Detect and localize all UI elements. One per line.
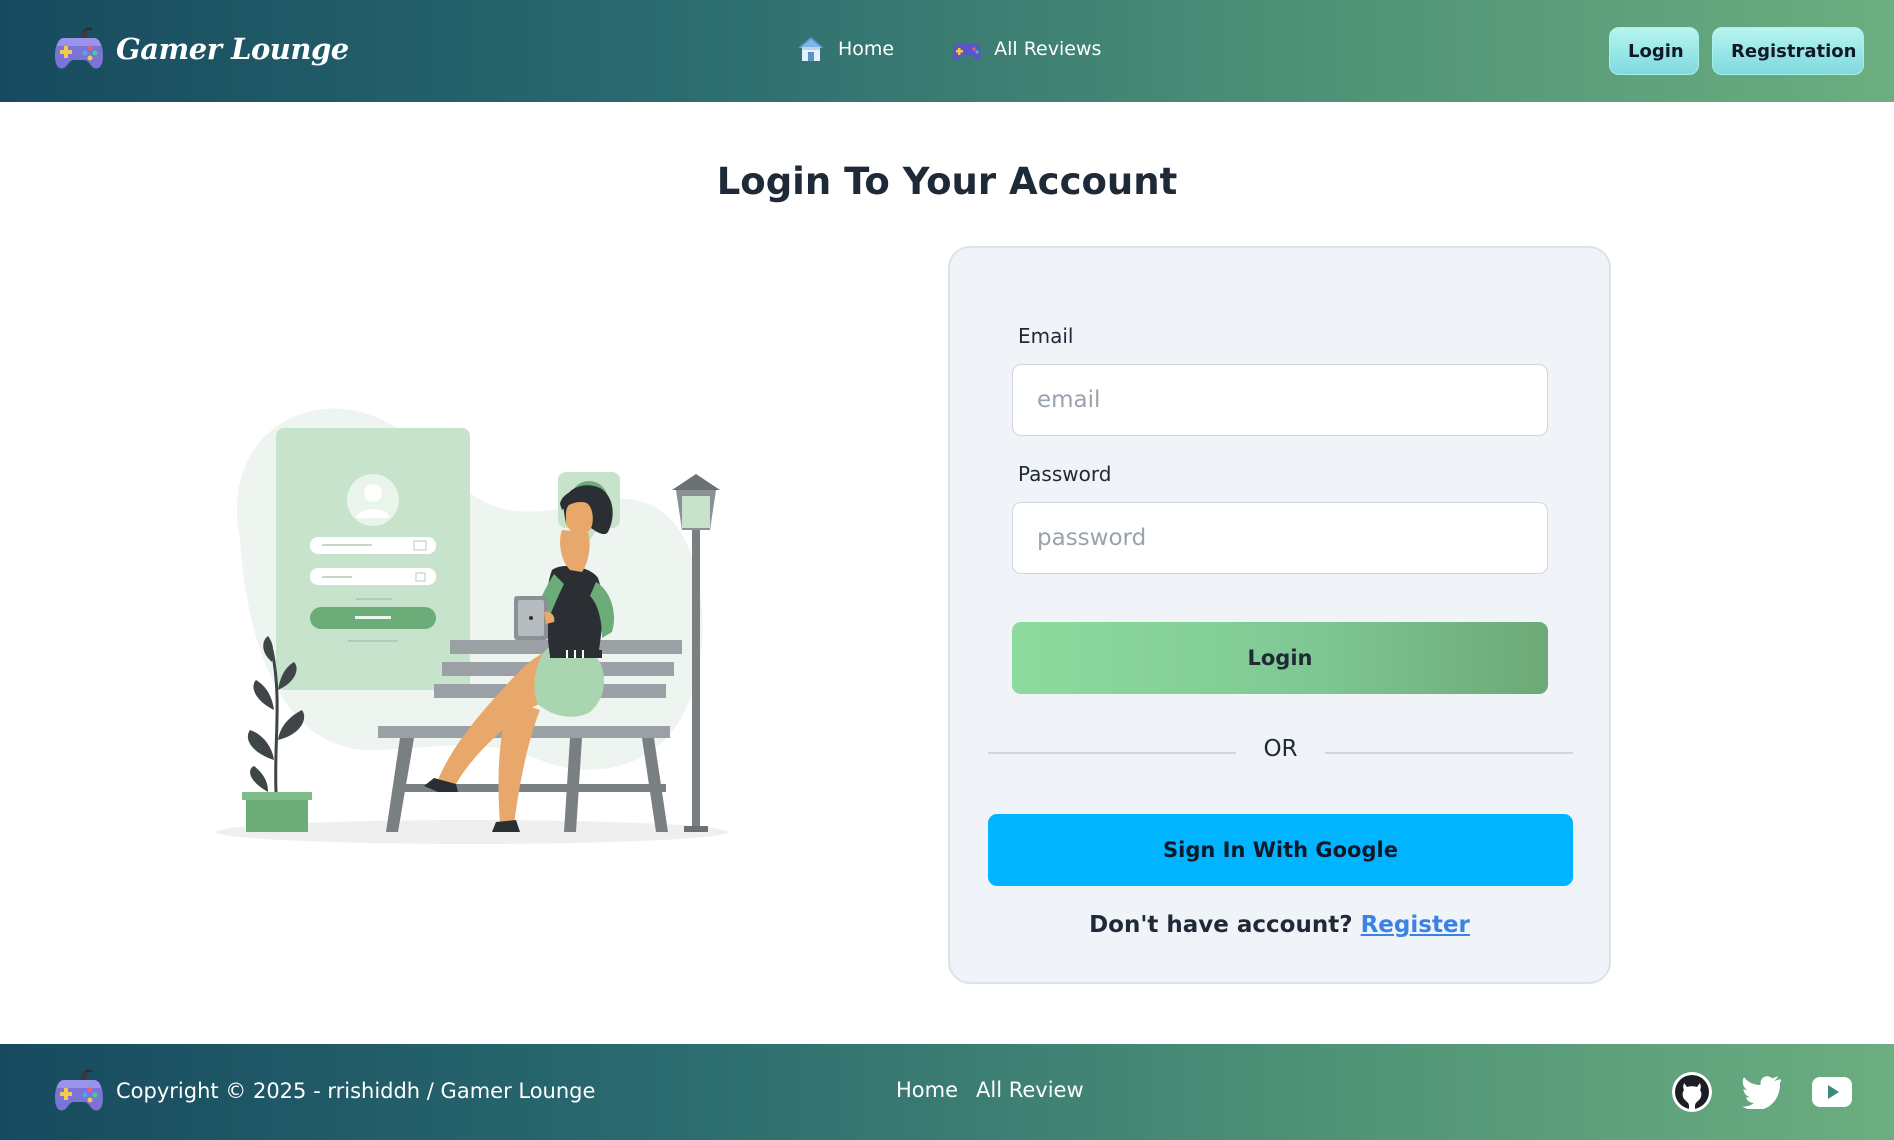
password-input[interactable]: [1012, 502, 1548, 574]
signup-prompt: Don't have account? Register: [950, 912, 1609, 938]
google-sign-in-button[interactable]: Sign In With Google: [988, 814, 1573, 886]
youtube-link[interactable]: [1810, 1070, 1854, 1114]
site-footer: Copyright © 2025 - rrishiddh / Gamer Lou…: [0, 1044, 1894, 1140]
login-card: Email Password Login OR Sign In With Goo…: [948, 246, 1611, 984]
login-illustration: [216, 408, 728, 844]
twitter-icon: [1742, 1076, 1781, 1109]
nav-item-home[interactable]: Home: [796, 34, 894, 64]
nav-item-all-reviews[interactable]: All Reviews: [952, 34, 1101, 64]
github-icon: [1672, 1072, 1712, 1112]
auth-buttons: Login Registration: [1609, 27, 1864, 75]
social-links: [1670, 1070, 1854, 1114]
login-button[interactable]: Login: [1012, 622, 1548, 694]
footer-nav: Home All Review: [896, 1078, 1084, 1102]
brand-name: Gamer Lounge: [116, 32, 349, 66]
nav-label-all-reviews: All Reviews: [994, 38, 1102, 60]
footer-link-home[interactable]: Home: [896, 1078, 958, 1102]
register-link[interactable]: Register: [1361, 912, 1470, 938]
home-icon: [798, 37, 824, 61]
header-registration-button[interactable]: Registration: [1712, 27, 1864, 75]
page-title: Login To Your Account: [716, 160, 1178, 203]
password-label: Password: [1018, 462, 1112, 486]
footer-brand: Copyright © 2025 - rrishiddh / Gamer Lou…: [54, 1068, 595, 1114]
github-link[interactable]: [1670, 1070, 1714, 1114]
divider-line-right: [1325, 752, 1573, 754]
site-header: Gamer Lounge Home All Reviews Login Regi…: [0, 0, 1894, 102]
email-input[interactable]: [1012, 364, 1548, 436]
nav-label-home: Home: [838, 38, 895, 60]
email-label: Email: [1018, 324, 1074, 348]
gamepad-icon: [55, 27, 103, 69]
twitter-link[interactable]: [1740, 1070, 1784, 1114]
gamepad-icon: [55, 1069, 103, 1111]
footer-copyright: Copyright © 2025 - rrishiddh / Gamer Lou…: [116, 1079, 596, 1103]
or-divider: OR: [988, 736, 1573, 766]
signup-prompt-text: Don't have account?: [1089, 912, 1353, 938]
header-login-button[interactable]: Login: [1609, 27, 1699, 75]
brand[interactable]: Gamer Lounge: [54, 26, 349, 72]
youtube-icon: [1812, 1077, 1852, 1107]
gamepad-icon: [953, 44, 982, 60]
footer-link-all-review[interactable]: All Review: [976, 1078, 1084, 1102]
main-nav: Home All Reviews: [796, 34, 1101, 64]
or-text: OR: [1263, 736, 1298, 762]
